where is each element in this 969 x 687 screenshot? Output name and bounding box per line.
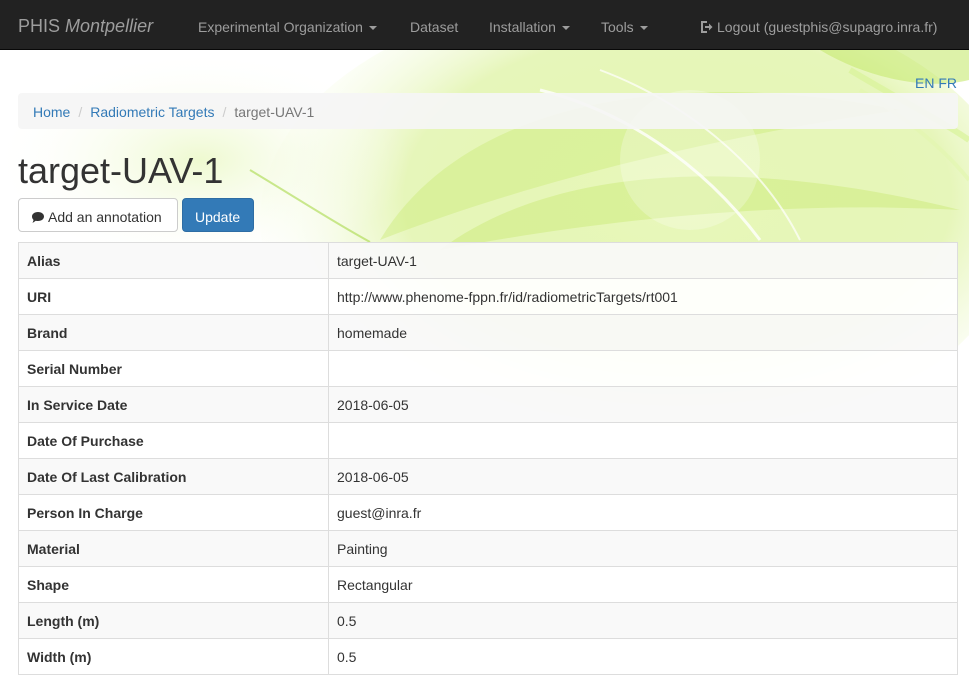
row-value [328, 422, 958, 459]
add-annotation-button[interactable]: Add an annotation [18, 198, 178, 232]
table-row: Person In Charge guest@inra.fr [18, 494, 958, 531]
chevron-down-icon [368, 26, 377, 31]
table-row: Length (m) 0.5 [18, 602, 958, 639]
page-title: target-UAV-1 [18, 150, 224, 191]
table-row: Date Of Purchase [18, 422, 958, 459]
brand-site: Montpellier [65, 16, 154, 36]
language-switcher: EN FR [915, 75, 957, 91]
breadcrumb-current: target-UAV-1 [234, 104, 315, 120]
table-row: Date Of Last Calibration 2018-06-05 [18, 458, 958, 495]
logout-label: Logout (guestphis@supagro.inra.fr) [717, 19, 938, 35]
row-value: 0.5 [328, 602, 958, 639]
row-label: Material [18, 530, 329, 567]
row-value: 0.5 [328, 638, 958, 675]
update-label: Update [195, 209, 241, 225]
update-button[interactable]: Update [182, 198, 254, 232]
row-label: Shape [18, 566, 329, 603]
table-row: Brand homemade [18, 314, 958, 351]
nav-label: Installation [489, 19, 556, 35]
nav-installation[interactable]: Installation [489, 0, 570, 54]
row-label: Width (m) [18, 638, 329, 675]
row-value: Rectangular [328, 566, 958, 603]
table-row: Material Painting [18, 530, 958, 567]
nav-tools[interactable]: Tools [601, 0, 648, 54]
comment-icon [32, 212, 44, 223]
row-value: 2018-06-05 [328, 458, 958, 495]
add-annotation-label: Add an annotation [48, 209, 162, 225]
nav-label: Experimental Organization [198, 19, 363, 35]
breadcrumb: Home / Radiometric Targets / target-UAV-1 [18, 93, 958, 129]
breadcrumb-separator: / [222, 104, 227, 120]
row-label: In Service Date [18, 386, 329, 423]
row-value: 2018-06-05 [328, 386, 958, 423]
table-row: URI http://www.phenome-fppn.fr/id/radiome… [18, 278, 958, 315]
detail-table-body: Alias target-UAV-1 URI http://www.phenome-f… [18, 242, 958, 675]
logout-link[interactable]: Logout (guestphis@supagro.inra.fr) [700, 0, 937, 54]
row-value: target-UAV-1 [328, 242, 958, 279]
row-value: homemade [328, 314, 958, 351]
table-row: Alias target-UAV-1 [18, 242, 958, 279]
language-fr-link[interactable]: FR [938, 75, 957, 91]
top-navbar: PHIS Montpellier Experimental Organizati… [0, 0, 969, 50]
breadcrumb-home-link[interactable]: Home [33, 104, 70, 120]
row-value: http://www.phenome-fppn.fr/id/radiometri… [328, 278, 958, 315]
logout-icon [701, 21, 713, 33]
table-row: In Service Date 2018-06-05 [18, 386, 958, 423]
row-label: Brand [18, 314, 329, 351]
row-label: Date Of Purchase [18, 422, 329, 459]
row-value: Painting [328, 530, 958, 567]
row-label: Alias [18, 242, 329, 279]
breadcrumb-section-link[interactable]: Radiometric Targets [90, 104, 214, 120]
language-en-link[interactable]: EN [915, 75, 934, 91]
row-value: guest@inra.fr [328, 494, 958, 531]
nav-dataset[interactable]: Dataset [410, 0, 458, 54]
nav-label: Dataset [410, 19, 459, 35]
nav-label: Tools [601, 19, 634, 35]
brand-logo[interactable]: PHIS Montpellier [18, 0, 153, 52]
table-row: Serial Number [18, 350, 958, 387]
table-row: Width (m) 0.5 [18, 638, 958, 675]
row-label: Date Of Last Calibration [18, 458, 329, 495]
brand-name: PHIS [18, 16, 61, 36]
row-value [328, 350, 958, 387]
row-label: Person In Charge [18, 494, 329, 531]
chevron-down-icon [561, 26, 570, 31]
breadcrumb-separator: / [78, 104, 83, 120]
detail-table: Alias target-UAV-1 URI http://www.phenome-f… [18, 242, 958, 675]
table-row: Shape Rectangular [18, 566, 958, 603]
chevron-down-icon [639, 26, 648, 31]
nav-experimental-organization[interactable]: Experimental Organization [198, 0, 377, 54]
row-label: Length (m) [18, 602, 329, 639]
row-label: Serial Number [18, 350, 329, 387]
row-label: URI [18, 278, 329, 315]
